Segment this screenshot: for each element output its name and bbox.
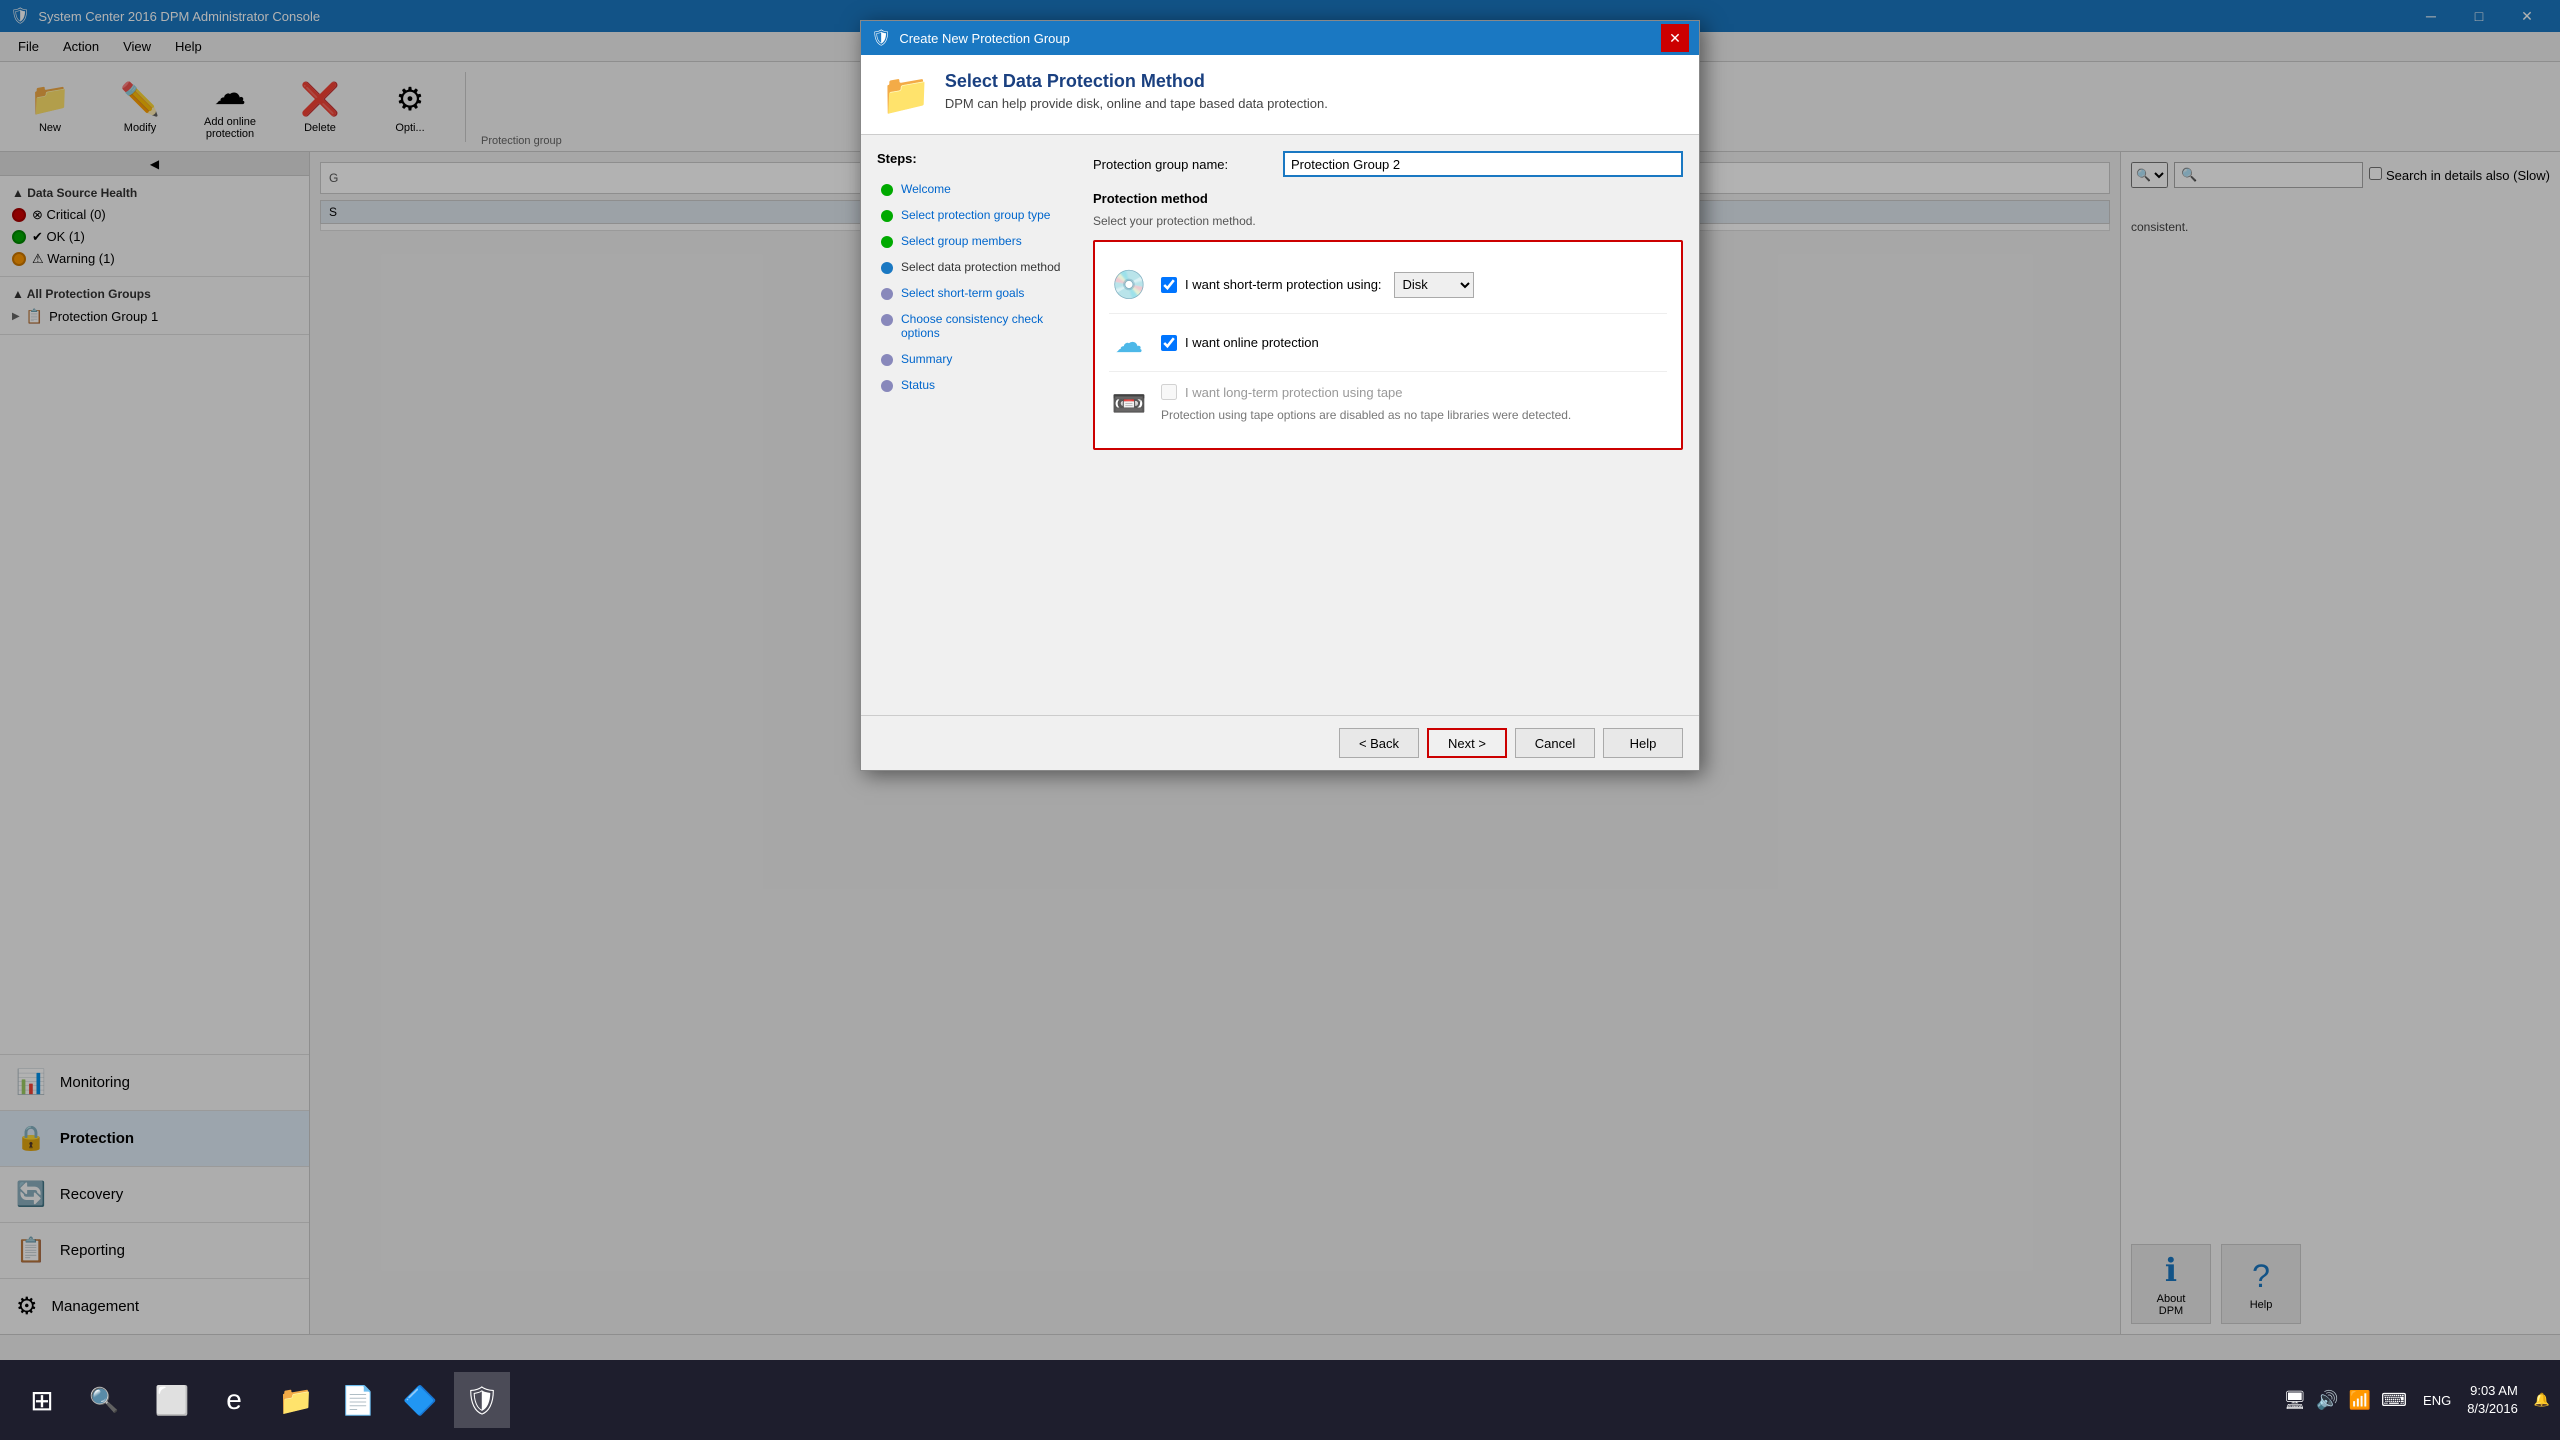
taskbar-powershell[interactable]: 🔷	[392, 1372, 448, 1428]
short-term-label: I want short-term protection using:	[1185, 277, 1382, 292]
tape-method-row: 📼 I want long-term protection using tape…	[1109, 372, 1667, 434]
clock-date: 8/3/2016	[2467, 1400, 2518, 1418]
step-select-type: Select protection group type	[877, 202, 1077, 228]
system-tray-icons: 🖥 🔊 📶 ⌨	[2283, 1390, 2407, 1411]
back-button[interactable]: < Back	[1339, 728, 1419, 758]
help-dialog-button[interactable]: Help	[1603, 728, 1683, 758]
step-label-status[interactable]: Status	[901, 378, 935, 392]
group-name-label: Protection group name:	[1093, 157, 1273, 172]
online-label: I want online protection	[1185, 335, 1319, 350]
step-label-select-members[interactable]: Select group members	[901, 234, 1022, 248]
taskbar-search-button[interactable]: 🔍	[74, 1370, 134, 1430]
step-bullet-consistency-check	[881, 314, 893, 326]
tape-checkbox-group: I want long-term protection using tape	[1161, 384, 1571, 400]
group-name-row: Protection group name:	[1093, 151, 1683, 177]
dialog-header-title: Select Data Protection Method	[945, 71, 1328, 92]
dialog-footer: < Back Next > Cancel Help	[861, 715, 1699, 770]
step-bullet-status	[881, 380, 893, 392]
cancel-button[interactable]: Cancel	[1515, 728, 1595, 758]
step-label-select-method[interactable]: Select data protection method	[901, 260, 1060, 274]
disk-icon: 💿	[1109, 268, 1149, 301]
short-term-checkbox[interactable]	[1161, 277, 1177, 293]
taskbar-dpm[interactable]: 🛡	[454, 1372, 510, 1428]
tape-checkbox[interactable]	[1161, 384, 1177, 400]
taskbar-right: 🖥 🔊 📶 ⌨ ENG 9:03 AM 8/3/2016 🔔	[2283, 1382, 2550, 1418]
step-summary: Summary	[877, 346, 1077, 372]
taskbar-ie[interactable]: e	[206, 1372, 262, 1428]
step-select-method: Select data protection method	[877, 254, 1077, 280]
step-label-short-term-goals[interactable]: Select short-term goals	[901, 286, 1024, 300]
step-select-members: Select group members	[877, 228, 1077, 254]
form-panel: Protection group name: Protection method…	[1093, 151, 1683, 699]
step-bullet-select-members	[881, 236, 893, 248]
notification-icon[interactable]: 🔔	[2534, 1392, 2550, 1408]
step-label-summary[interactable]: Summary	[901, 352, 952, 366]
taskbar-task-view[interactable]: ⬜	[144, 1372, 200, 1428]
dialog-header-description: DPM can help provide disk, online and ta…	[945, 96, 1328, 111]
keyboard-icon: ⌨	[2381, 1390, 2407, 1411]
short-term-method-row: 💿 I want short-term protection using: Di…	[1109, 256, 1667, 314]
next-button[interactable]: Next >	[1427, 728, 1507, 758]
online-method-row: ☁ I want online protection	[1109, 314, 1667, 372]
clock-time: 9:03 AM	[2467, 1382, 2518, 1400]
short-term-select[interactable]: Disk Tape	[1394, 272, 1474, 298]
taskbar: ⊞ 🔍 ⬜ e 📁 📄 🔷 🛡 🖥 🔊 📶 ⌨ ENG 9:03 AM 8/3/…	[0, 1360, 2560, 1440]
dialog-title-icon: 🛡	[871, 28, 891, 48]
cloud-icon: ☁	[1109, 326, 1149, 359]
step-label-welcome[interactable]: Welcome	[901, 182, 951, 196]
short-term-checkbox-group: I want short-term protection using:	[1161, 277, 1382, 293]
dialog-header: 📁 Select Data Protection Method DPM can …	[861, 55, 1699, 135]
taskbar-folder[interactable]: 📁	[268, 1372, 324, 1428]
dialog-close-button[interactable]: ✕	[1661, 24, 1689, 52]
volume-icon: 🔊	[2316, 1390, 2338, 1411]
dialog-title: Create New Protection Group	[899, 31, 1070, 46]
protection-method-box: 💿 I want short-term protection using: Di…	[1093, 240, 1683, 450]
step-welcome: Welcome	[877, 176, 1077, 202]
taskbar-notepad[interactable]: 📄	[330, 1372, 386, 1428]
steps-panel: Steps: Welcome Select protection group t…	[877, 151, 1077, 699]
group-name-input[interactable]	[1283, 151, 1683, 177]
tape-disabled-note: Protection using tape options are disabl…	[1161, 408, 1571, 422]
step-bullet-select-method	[881, 262, 893, 274]
step-bullet-select-type	[881, 210, 893, 222]
step-bullet-welcome	[881, 184, 893, 196]
step-status: Status	[877, 372, 1077, 398]
online-checkbox[interactable]	[1161, 335, 1177, 351]
step-bullet-short-term-goals	[881, 288, 893, 300]
steps-label: Steps:	[877, 151, 1077, 166]
network-icon: 📶	[2349, 1390, 2371, 1411]
start-button[interactable]: ⊞	[10, 1368, 74, 1432]
tape-icon: 📼	[1109, 387, 1149, 420]
monitor-icon: 🖥	[2283, 1390, 2306, 1411]
create-protection-group-dialog: 🛡 Create New Protection Group ✕ 📁 Select…	[860, 20, 1700, 771]
online-checkbox-group: I want online protection	[1161, 335, 1319, 351]
dialog-body: Steps: Welcome Select protection group t…	[861, 135, 1699, 715]
step-consistency-check: Choose consistency check options	[877, 306, 1077, 346]
language-indicator: ENG	[2423, 1393, 2451, 1408]
step-label-consistency-check[interactable]: Choose consistency check options	[901, 312, 1073, 340]
tape-label: I want long-term protection using tape	[1185, 385, 1403, 400]
modal-overlay: 🛡 Create New Protection Group ✕ 📁 Select…	[0, 0, 2560, 1440]
step-bullet-summary	[881, 354, 893, 366]
dialog-header-icon: 📁	[881, 71, 931, 118]
dialog-titlebar: 🛡 Create New Protection Group ✕	[861, 21, 1699, 55]
dialog-header-text: Select Data Protection Method DPM can he…	[945, 71, 1328, 111]
taskbar-clock: 9:03 AM 8/3/2016	[2467, 1382, 2518, 1418]
step-label-select-type[interactable]: Select protection group type	[901, 208, 1050, 222]
protection-method-title: Protection method	[1093, 191, 1683, 206]
taskbar-icons: ⬜ e 📁 📄 🔷 🛡	[144, 1372, 510, 1428]
step-short-term-goals: Select short-term goals	[877, 280, 1077, 306]
protection-method-sub: Select your protection method.	[1093, 214, 1683, 228]
